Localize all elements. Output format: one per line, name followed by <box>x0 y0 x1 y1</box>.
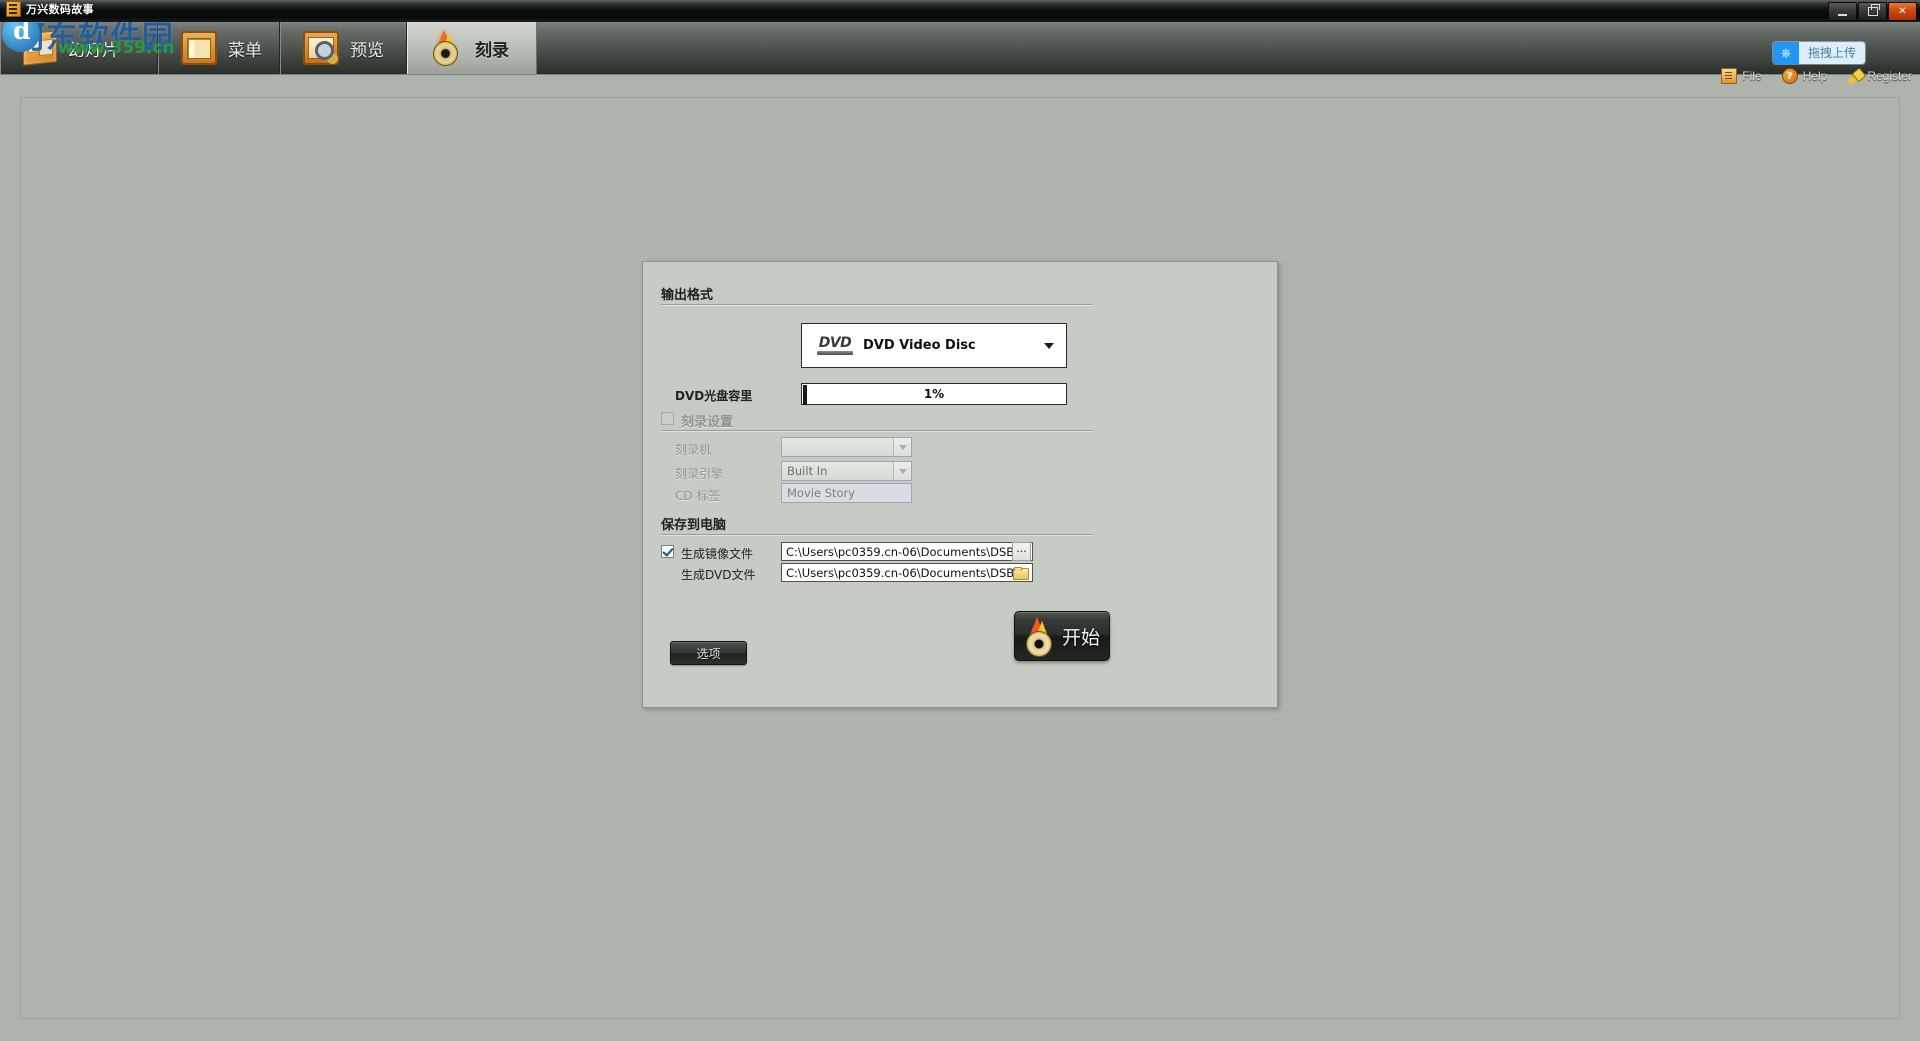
start-button[interactable]: 开始 <box>1014 611 1110 661</box>
menu-file-label: File <box>1742 69 1762 83</box>
slideshow-icon <box>23 30 57 66</box>
menu-register[interactable]: Register <box>1847 69 1912 86</box>
minimize-icon <box>1838 13 1847 16</box>
iso-path-value: C:\Users\pc0359.cn-06\Documents\DSBOutpu… <box>786 544 1012 559</box>
main-toolbar: 幻灯片 菜单 预览 刻录 ⎈ 拖拽上传 File ? Help Register <box>0 22 1920 86</box>
burn-settings-checkbox[interactable] <box>661 412 674 425</box>
netdisk-upload-widget[interactable]: ⎈ 拖拽上传 <box>1772 42 1865 64</box>
options-button[interactable]: 选项 <box>670 641 747 665</box>
dvd-logo-icon: DVD <box>815 335 855 357</box>
burn-disc-icon <box>430 30 464 66</box>
chevron-down-icon <box>1044 342 1054 349</box>
dvd-logo-bar <box>817 350 853 355</box>
burn-settings-divider <box>661 430 1093 432</box>
dvd-path-value: C:\Users\pc0359.cn-06\Documents\DSBOutpu… <box>786 565 1013 580</box>
ellipsis-browse-icon[interactable]: ··· <box>1012 542 1031 561</box>
minimize-button[interactable] <box>1828 2 1857 21</box>
menu-help[interactable]: ? Help <box>1781 68 1828 84</box>
chevron-down-icon <box>898 444 907 450</box>
netdisk-upload-label: 拖拽上传 <box>1798 42 1865 64</box>
section-save-divider <box>661 534 1093 536</box>
iso-path-input[interactable]: C:\Users\pc0359.cn-06\Documents\DSBOutpu… <box>781 542 1033 561</box>
toolbar-right-menu: File ? Help Register <box>1721 68 1912 86</box>
cd-label-value: Movie Story <box>787 486 856 500</box>
iso-output-label: 生成镜像文件 <box>681 547 754 561</box>
tab-menu[interactable]: 菜单 <box>158 22 280 74</box>
file-icon <box>1721 68 1738 84</box>
titlebar-left-group: 万兴数码故事 <box>6 1 94 17</box>
menu-file[interactable]: File <box>1721 68 1762 84</box>
iso-output-checkbox[interactable] <box>661 545 674 558</box>
section-save-title: 保存到电脑 <box>661 518 727 533</box>
engine-label: 刻录引擎 <box>675 467 724 481</box>
tab-burn[interactable]: 刻录 <box>407 22 537 74</box>
cd-label-label: CD 标签 <box>675 489 721 503</box>
window-title: 万兴数码故事 <box>26 4 94 16</box>
window-titlebar: 万兴数码故事 ✕ <box>0 0 1920 22</box>
dvd-output-label: 生成DVD文件 <box>681 568 756 582</box>
restore-icon <box>1867 4 1880 16</box>
tab-preview-label: 预览 <box>350 40 384 61</box>
burner-combo-arrow <box>893 438 911 456</box>
disc-shape <box>1025 631 1052 657</box>
burner-label: 刻录机 <box>675 443 712 457</box>
disc-shape <box>433 41 458 66</box>
folder-browse-icon[interactable] <box>1013 566 1029 580</box>
menu-grid-icon <box>181 31 217 65</box>
chevron-down-icon <box>898 468 907 474</box>
burner-combo[interactable] <box>781 437 912 457</box>
dvd-logo-text: DVD <box>818 334 852 351</box>
section-output-divider <box>661 304 1093 306</box>
capacity-label: DVD光盘容里 <box>675 389 753 403</box>
burn-settings-title: 刻录设置 <box>681 415 734 430</box>
menu-help-label: Help <box>1802 69 1828 83</box>
tab-preview[interactable]: 预览 <box>280 22 407 74</box>
burn-settings-panel: 输出格式 DVD DVD Video Disc DVD光盘容里 1% 刻录设置 … <box>642 261 1278 708</box>
start-button-label: 开始 <box>1061 626 1100 649</box>
format-combo-value: DVD Video Disc <box>863 338 976 353</box>
section-output-format-title: 输出格式 <box>661 288 714 303</box>
engine-combo-value: Built In <box>787 464 828 478</box>
window-controls: ✕ <box>1828 2 1917 21</box>
menu-register-label: Register <box>1867 69 1912 83</box>
capacity-progress-bar: 1% <box>801 383 1067 405</box>
tab-burn-label: 刻录 <box>475 40 509 61</box>
engine-combo-arrow <box>893 462 911 480</box>
tab-slideshow[interactable]: 幻灯片 <box>0 22 158 74</box>
cd-label-input[interactable]: Movie Story <box>781 483 912 503</box>
baidu-netdisk-icon: ⎈ <box>1772 42 1799 64</box>
dvd-path-input[interactable]: C:\Users\pc0359.cn-06\Documents\DSBOutpu… <box>781 563 1033 582</box>
capacity-progress-fill <box>803 385 807 405</box>
format-combo[interactable]: DVD DVD Video Disc <box>801 323 1067 368</box>
tab-slideshow-label: 幻灯片 <box>68 40 119 61</box>
tab-menu-label: 菜单 <box>228 40 262 61</box>
key-icon <box>1847 70 1863 86</box>
preview-magnifier-icon <box>303 31 339 65</box>
help-question-icon: ? <box>1781 68 1798 84</box>
burn-disc-icon <box>1024 617 1054 657</box>
capacity-progress-text: 1% <box>923 387 945 401</box>
close-button[interactable]: ✕ <box>1888 2 1917 21</box>
app-icon <box>6 1 21 17</box>
restore-button[interactable] <box>1858 2 1887 21</box>
engine-combo[interactable]: Built In <box>781 461 912 481</box>
